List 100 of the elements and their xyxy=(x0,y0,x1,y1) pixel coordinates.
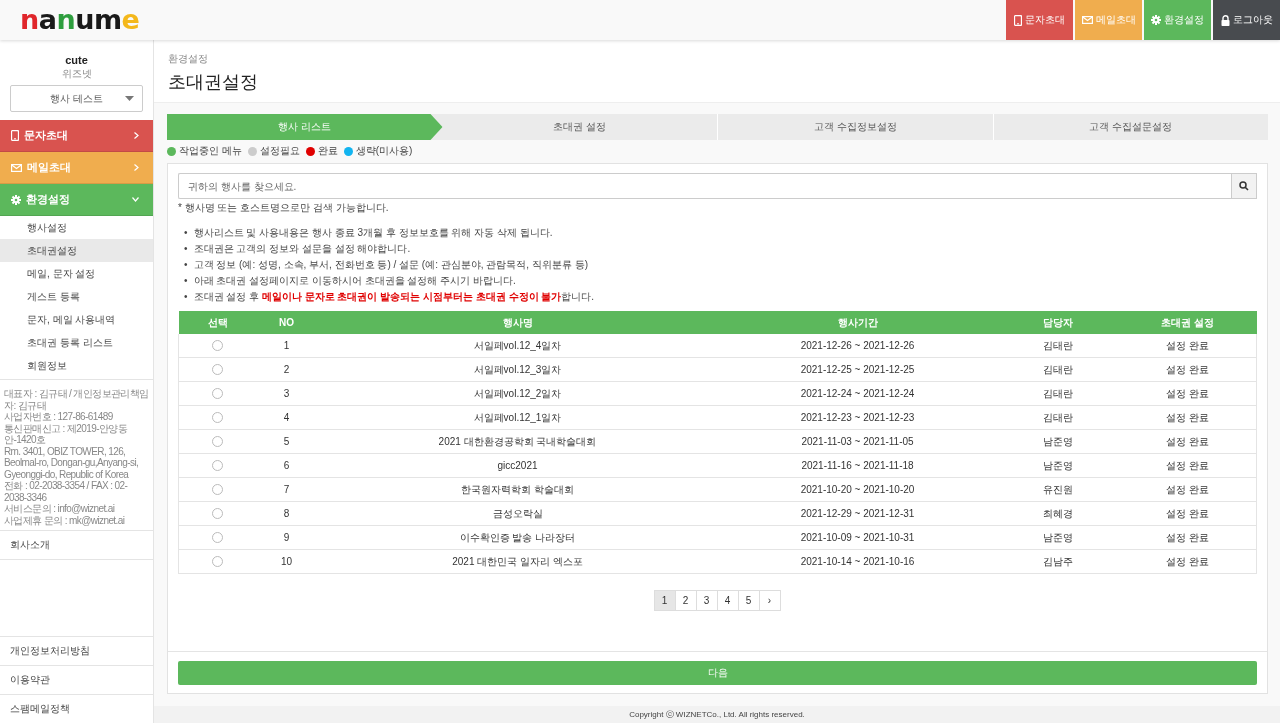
lock-icon xyxy=(1220,14,1230,26)
logo-letter[interactable]: n xyxy=(20,5,39,35)
envelope-icon xyxy=(1081,16,1093,24)
table-cell: 설정 완료 xyxy=(1118,501,1257,526)
bullet: • xyxy=(184,258,188,272)
table-cell: 최혜경 xyxy=(996,501,1119,526)
page-button[interactable]: 1 xyxy=(653,590,676,611)
table-cell: 8 xyxy=(256,501,317,526)
submenu-item[interactable]: 회원정보 xyxy=(0,354,153,377)
table-cell: 설정 완료 xyxy=(1118,429,1257,454)
column-header: 초대권 설정 xyxy=(1118,311,1257,334)
nav-button[interactable]: 문자초대 xyxy=(1006,0,1073,40)
user-name: cute xyxy=(64,54,89,66)
submenu-item[interactable]: 문자, 메일 사용내역 xyxy=(0,308,153,331)
table-cell: 김태란 xyxy=(996,381,1119,406)
notice-text: 조대권 설정 후 메일이나 문자로 초대권이 발송되는 시점부터는 초대권 수정이 불가합니다. xyxy=(193,290,595,304)
legend-label: 생략(미사용) xyxy=(355,144,413,158)
table-cell: 2021-11-03 ~ 2021-11-05 xyxy=(718,429,997,454)
submenu-item[interactable]: 게스트 등록 xyxy=(0,285,153,308)
column-header: NO xyxy=(256,311,317,334)
nav-button[interactable]: 로그아웃 xyxy=(1213,0,1280,40)
phone-icon xyxy=(11,130,19,141)
legend-label: 완료 xyxy=(317,144,338,158)
table-cell: 2021-10-14 ~ 2021-10-16 xyxy=(718,549,997,574)
company-info-text: 서비스문의 : info@wiznet.ai xyxy=(4,503,116,515)
table-cell: 서일페vol.12_3일차 xyxy=(316,357,719,382)
table-cell: 설정 완료 xyxy=(1118,357,1257,382)
footer-link[interactable]: 스팸메일정책 xyxy=(0,694,153,723)
table-cell: 설정 완료 xyxy=(1118,381,1257,406)
table-cell: 서일페vol.12_1일차 xyxy=(316,405,719,430)
search-field[interactable]: 귀하의 행사를 찾으세요. xyxy=(178,173,1231,199)
logo-letter[interactable]: u xyxy=(75,5,94,35)
table-cell: 서일페vol.12_4일차 xyxy=(316,334,719,358)
menu-item[interactable]: 문자초대 xyxy=(0,120,153,152)
column-header: 담당자 xyxy=(996,311,1119,334)
table-cell: gicc2021 xyxy=(316,453,719,478)
table-cell: 3 xyxy=(256,381,317,406)
legend-label: 설정필요 xyxy=(259,144,300,158)
company-info-text: Rm. 3401, OBIZ TOWER, 126, Beolmal-ro, Dongan-gu,Anyang-si, Gyeonggi-do, Republic of Korea xyxy=(4,445,140,480)
column-header: 행사명 xyxy=(316,311,719,334)
table-cell: 4 xyxy=(256,405,317,430)
company-info-text: 전화 : 02-2038-3354 / FAX : 02-2038-3346 xyxy=(4,480,129,503)
notice-text: 아래 초대권 설정페이지로 이동하시어 초대권을 설정해 주시기 바랍니다. xyxy=(193,274,516,288)
footer-link[interactable]: 개인정보처리방침 xyxy=(0,636,153,665)
table-cell: 6 xyxy=(256,453,317,478)
table-cell: 남준영 xyxy=(996,453,1119,478)
table-cell: 설정 완료 xyxy=(1118,525,1257,550)
table-cell: 김태란 xyxy=(996,405,1119,430)
search-hint: * 행사명 또는 호스트명으로만 검색 가능합니다. xyxy=(178,201,390,215)
company-info-text: 통신판매신고 : 제2019-안양동안-1420호 xyxy=(4,422,129,446)
caret-icon xyxy=(125,96,134,101)
submenu-item[interactable]: 메일, 문자 설정 xyxy=(0,262,153,285)
legend-label: 작업중인 메뉴 xyxy=(179,144,242,158)
column-header: 행사기간 xyxy=(718,311,997,334)
gear-icon xyxy=(1151,15,1161,25)
table-cell: 7 xyxy=(256,477,317,502)
table-cell: 1 xyxy=(256,334,317,358)
table-cell: 2021 대한환경공학회 국내학술대회 xyxy=(316,429,719,454)
bullet: • xyxy=(184,226,188,240)
page-button[interactable]: 2 xyxy=(674,590,697,611)
submenu-item[interactable]: 초대권설정 xyxy=(0,239,153,262)
breadcrumb: 환경설정 xyxy=(168,52,209,66)
table-cell: 2021-11-16 ~ 2021-11-18 xyxy=(718,453,997,478)
table-cell: 한국원자력학회 학술대회 xyxy=(316,477,719,502)
submenu-item[interactable]: 행사설정 xyxy=(0,216,153,239)
company-name: 위즈넷 xyxy=(60,67,93,81)
column-header: 선택 xyxy=(178,311,257,334)
page-button[interactable]: 4 xyxy=(716,590,739,611)
footer-link[interactable]: 회사소개 xyxy=(0,530,153,559)
table-cell: 김남주 xyxy=(996,549,1119,574)
search-icon xyxy=(1239,181,1249,191)
table-cell: 김태란 xyxy=(996,334,1119,358)
page-title: 초대권설정 xyxy=(168,71,259,94)
table-cell: 금성오락실 xyxy=(316,501,719,526)
table-cell: 2021-10-09 ~ 2021-10-31 xyxy=(718,525,997,550)
company-info-text: 사업제휴 문의 : mk@wiznet.ai xyxy=(4,514,126,526)
notice-text: 고객 정보 (예: 성명, 소속, 부서, 전화번호 등) / 설문 (예: 관심분야, 관람목적, 직위분류 등) xyxy=(193,258,588,272)
table-cell: 2021-12-25 ~ 2021-12-25 xyxy=(718,357,997,382)
next-page-button[interactable]: › xyxy=(758,590,781,611)
logo-letter[interactable]: a xyxy=(38,5,57,35)
table-cell: 설정 완료 xyxy=(1118,334,1257,358)
table-cell: 2021-12-23 ~ 2021-12-23 xyxy=(718,405,997,430)
table-cell: 5 xyxy=(256,429,317,454)
footer-link[interactable]: 이용약관 xyxy=(0,665,153,694)
table-cell: 설정 완료 xyxy=(1118,405,1257,430)
table-cell: 2021-10-20 ~ 2021-10-20 xyxy=(718,477,997,502)
table-cell: 2021-12-26 ~ 2021-12-26 xyxy=(718,334,997,358)
notice-text: 행사리스트 및 사용내용은 행사 종료 3개월 후 정보보호를 위해 자동 삭제 됩니다. xyxy=(193,226,553,240)
page-button[interactable]: 5 xyxy=(737,590,760,611)
search-button[interactable] xyxy=(1231,173,1257,199)
table-cell: 이수확인증 발송 나라장터 xyxy=(316,525,719,550)
table-cell: 남준영 xyxy=(996,525,1119,550)
event-dropdown[interactable]: 행사 테스트 xyxy=(10,85,143,112)
table-cell: 설정 완료 xyxy=(1118,453,1257,478)
table-cell: 김태란 xyxy=(996,357,1119,382)
envelope-icon xyxy=(11,163,22,172)
submenu-item[interactable]: 초대권 등록 리스트 xyxy=(0,331,153,354)
page-button[interactable]: 3 xyxy=(695,590,718,611)
table-cell: 10 xyxy=(256,549,317,574)
logo-letter[interactable]: m xyxy=(93,5,122,35)
